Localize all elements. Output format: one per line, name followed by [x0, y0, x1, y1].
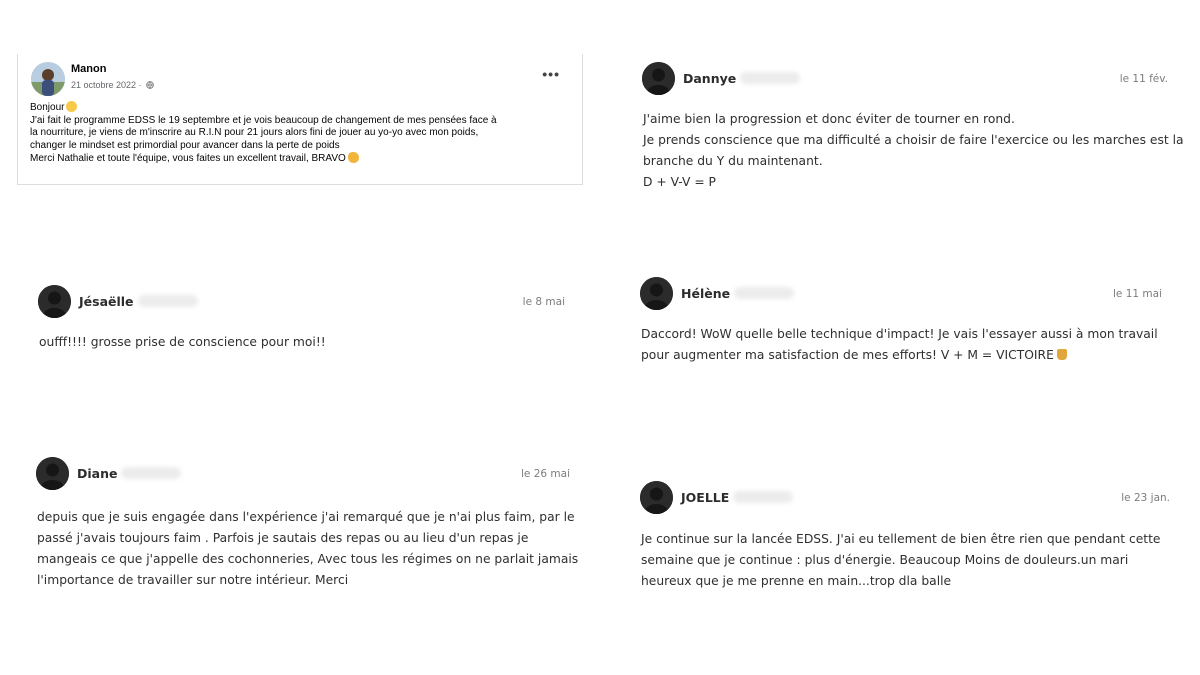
review-date: le 8 mai: [522, 296, 565, 308]
review-joelle: JOELLE le 23 jan. Je continue sur la lan…: [640, 481, 1170, 601]
review-date: le 11 mai: [1113, 288, 1162, 300]
review-text: oufff!!!! grosse prise de conscience pou…: [39, 335, 326, 349]
review-helene: Hélène le 11 mai Daccord! WoW quelle bel…: [640, 277, 1162, 377]
review-dannye: Dannye le 11 fév. J'aime bien la progres…: [642, 62, 1184, 202]
review-date: le 11 fév.: [1119, 73, 1168, 85]
reviewer-name: JOELLE: [681, 490, 794, 505]
post-text: Bonjour J'ai fait le programme EDSS le 1…: [30, 101, 570, 166]
clapping-hands-emoji-icon: [347, 152, 359, 164]
review-jesaelle: Jésaëlle le 8 mai oufff!!!! grosse prise…: [38, 285, 566, 365]
reviewer-name: Diane: [77, 466, 182, 481]
avatar[interactable]: [640, 277, 673, 310]
facebook-post-card: Manon 21 octobre 2022 · ••• Bonjour J'ai…: [17, 54, 583, 185]
review-text: J'aime bien la progression et donc évite…: [643, 112, 1184, 189]
reviewer-name: Hélène: [681, 286, 795, 301]
blurred-surname: [137, 295, 198, 307]
globe-icon: [145, 81, 154, 89]
post-line: J'ai fait le programme EDSS le 19 septem…: [30, 114, 497, 126]
review-text: Je continue sur la lancée EDSS. J'ai eu …: [641, 532, 1161, 588]
trophy-emoji-icon: [1056, 349, 1067, 360]
hugging-face-emoji-icon: [66, 101, 78, 112]
blurred-surname: [740, 72, 801, 84]
blurred-surname: [734, 287, 795, 299]
post-author-name[interactable]: Manon: [71, 63, 106, 75]
author-avatar[interactable]: [31, 62, 65, 96]
avatar[interactable]: [640, 481, 673, 514]
avatar[interactable]: [38, 285, 71, 318]
post-line: Bonjour: [30, 101, 570, 115]
reviewer-name: Dannye: [683, 71, 801, 86]
review-date: le 23 jan.: [1121, 492, 1170, 504]
review-text: depuis que je suis engagée dans l'expéri…: [37, 510, 579, 587]
avatar[interactable]: [642, 62, 675, 95]
post-line: Merci Nathalie et toute l'équipe, vous f…: [30, 152, 570, 166]
reviewer-name: Jésaëlle: [79, 294, 198, 309]
post-date[interactable]: 21 octobre 2022 ·: [71, 80, 142, 90]
review-diane: Diane le 26 mai depuis que je suis engag…: [36, 457, 578, 597]
review-text: Daccord! WoW quelle belle technique d'im…: [641, 327, 1158, 362]
blurred-surname: [733, 491, 794, 503]
more-options-icon[interactable]: •••: [542, 66, 560, 82]
post-meta: 21 octobre 2022 ·: [71, 80, 154, 90]
blurred-surname: [121, 467, 182, 479]
avatar[interactable]: [36, 457, 69, 490]
post-line: la nourriture, je viens de m'inscrire au…: [30, 127, 479, 139]
review-date: le 26 mai: [521, 468, 570, 480]
post-line: changer le mindset est primordial pour a…: [30, 139, 340, 151]
